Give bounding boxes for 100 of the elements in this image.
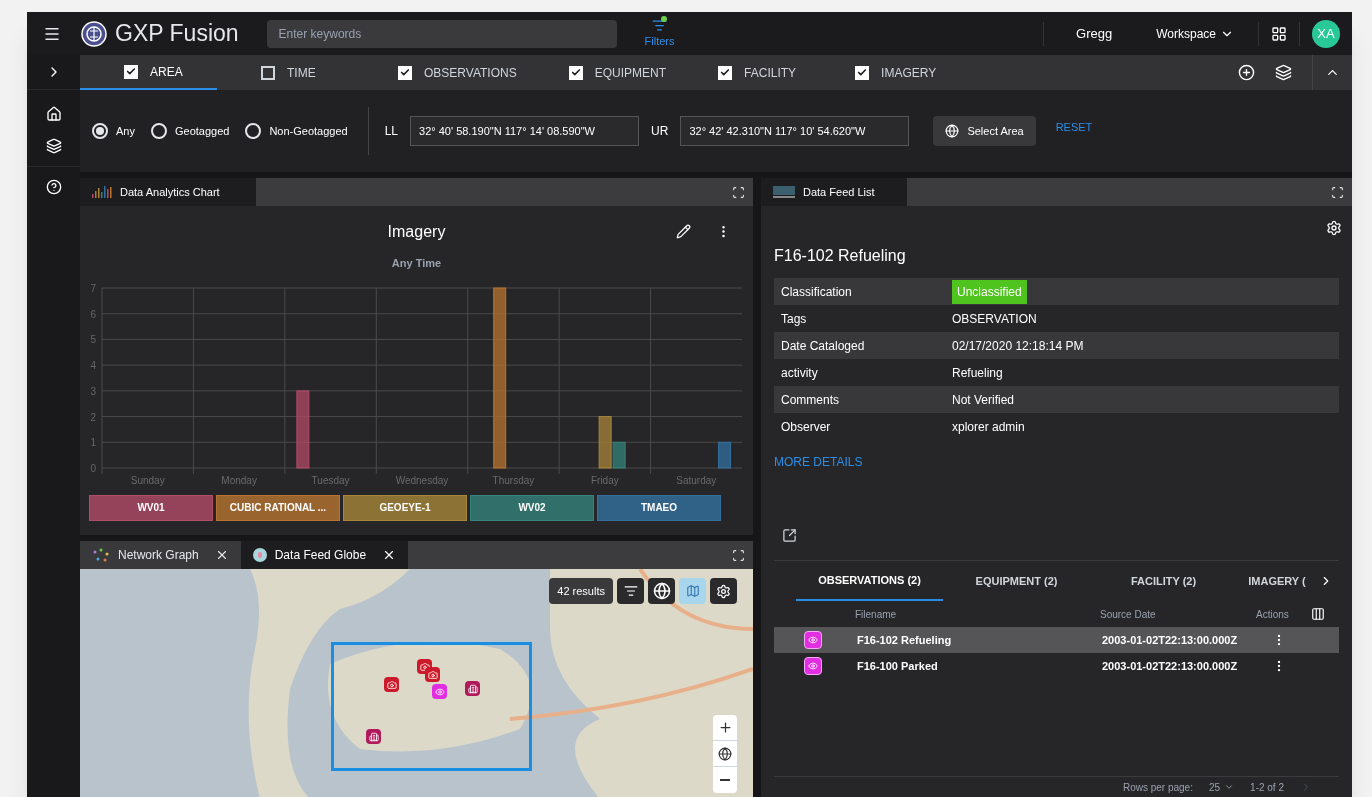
radio-icon[interactable] xyxy=(150,123,167,139)
globe-icon xyxy=(652,582,671,600)
list-icon xyxy=(773,186,795,198)
filter-tab[interactable]: TIME xyxy=(217,55,354,90)
layers-icon[interactable] xyxy=(45,138,62,154)
add-icon[interactable] xyxy=(1238,64,1255,81)
coordinate-field[interactable]: 32° 42' 42.310"N 117° 10' 54.620"W xyxy=(680,116,910,146)
building-icon xyxy=(467,683,478,694)
filter-tab[interactable]: OBSERVATIONS xyxy=(354,55,525,90)
open-external-icon[interactable] xyxy=(782,528,797,543)
table-row[interactable]: F16-102 Refueling 2003-01-02T22:13:00.000Z xyxy=(774,627,1339,653)
table-cell-text: 2003-01-02T22:13:00.000Z xyxy=(1102,632,1239,648)
filter-tab[interactable]: FACILITY xyxy=(674,55,812,90)
panel-tab[interactable]: Network Graph xyxy=(80,541,241,569)
y-tick-label: 5 xyxy=(90,333,96,345)
checkbox[interactable] xyxy=(261,65,275,80)
result-tab[interactable]: IMAGERY ( xyxy=(1237,561,1317,601)
select-area-button[interactable]: Select Area xyxy=(933,116,1036,146)
checked-checkbox[interactable] xyxy=(398,65,412,80)
camera-icon xyxy=(419,661,430,672)
columns-icon[interactable] xyxy=(1311,607,1325,621)
y-tick-label: 4 xyxy=(90,359,96,371)
globe-icon xyxy=(718,746,732,761)
filters-button[interactable]: Filters xyxy=(644,17,675,50)
rows-per-page-label: Rows per page: xyxy=(1122,780,1193,795)
bar-chart-icon xyxy=(92,186,112,198)
eye-icon[interactable] xyxy=(804,657,822,675)
detail-label: activity xyxy=(780,364,819,382)
map-icon xyxy=(685,584,700,598)
record-title: F16-102 Refueling xyxy=(774,246,907,266)
filter-tab[interactable]: IMAGERY xyxy=(811,55,949,90)
chart-subtitle: Any Time xyxy=(391,256,442,271)
x-tick-label: Saturday xyxy=(676,474,717,486)
more-details-link[interactable]: MORE DETAILS xyxy=(774,453,863,471)
detail-label: Tags xyxy=(780,310,808,328)
table-row[interactable]: F16-100 Parked 2003-01-02T22:13:00.000Z xyxy=(774,653,1339,679)
home-icon[interactable] xyxy=(45,106,62,122)
x-tick-label: Wednesday xyxy=(395,474,449,486)
table-cell-text: F16-100 Parked xyxy=(857,658,939,674)
fullscreen-icon[interactable] xyxy=(732,548,745,562)
help-icon[interactable] xyxy=(45,179,62,195)
building-marker-icon[interactable] xyxy=(366,729,381,744)
result-tab[interactable]: EQUIPMENT (2) xyxy=(943,561,1090,601)
reset-link[interactable]: RESET xyxy=(1055,118,1093,136)
selection-rectangle[interactable] xyxy=(331,642,532,771)
y-tick-label: 3 xyxy=(90,385,96,397)
fullscreen-icon[interactable] xyxy=(1331,185,1344,199)
building-icon xyxy=(368,731,379,742)
search-field[interactable]: Enter keywords xyxy=(266,19,617,48)
x-tick-label: Friday xyxy=(590,474,619,486)
logo-icon xyxy=(81,20,107,47)
settings-icon xyxy=(716,583,731,599)
filter-tab[interactable]: EQUIPMENT xyxy=(524,55,675,90)
result-tab[interactable]: OBSERVATIONS (2) xyxy=(796,561,943,601)
radio-option[interactable]: Non-Geotagged xyxy=(245,122,348,140)
workspace-dropdown[interactable]: Workspace xyxy=(1144,24,1246,43)
building-marker-icon[interactable] xyxy=(465,681,480,696)
radio-option[interactable]: Geotagged xyxy=(150,122,230,140)
selected-radio-icon[interactable] xyxy=(92,123,108,139)
camera-marker-icon[interactable] xyxy=(384,677,399,692)
detail-label: Date Cataloged xyxy=(780,337,866,355)
fullscreen-icon[interactable] xyxy=(732,185,745,199)
results-count: 42 results xyxy=(549,578,613,604)
radio-option[interactable]: Any xyxy=(92,122,135,140)
camera-marker-icon[interactable] xyxy=(425,667,440,682)
checked-checkbox[interactable] xyxy=(568,65,583,80)
page-range: 1-2 of 2 xyxy=(1250,780,1284,795)
detail-label: Comments xyxy=(780,391,840,409)
eye-icon xyxy=(434,686,445,697)
legend-item[interactable]: GEOEYE-1 xyxy=(343,494,467,521)
globe-icon xyxy=(252,548,267,562)
checked-checkbox[interactable] xyxy=(124,64,138,79)
edit-icon[interactable] xyxy=(676,224,691,239)
coordinate-label: UR xyxy=(651,123,669,140)
settings-button[interactable] xyxy=(710,578,737,604)
globe-button[interactable] xyxy=(648,578,675,604)
camera-icon xyxy=(427,669,438,680)
checked-checkbox[interactable] xyxy=(718,65,733,80)
eye-icon[interactable] xyxy=(804,631,822,649)
layer-settings-icon[interactable] xyxy=(1275,64,1292,81)
user-name[interactable]: Gregg xyxy=(1056,23,1133,44)
detail-value: Not Verified xyxy=(952,391,1015,409)
coordinate-field[interactable]: 32° 40' 58.190"N 117° 14' 08.590"W xyxy=(410,116,640,146)
legend-item[interactable]: TMAEO xyxy=(597,494,721,521)
filter-icon xyxy=(623,584,638,598)
filter-button[interactable] xyxy=(617,578,644,604)
radio-icon[interactable] xyxy=(245,123,262,139)
checked-checkbox[interactable] xyxy=(855,65,870,80)
x-tick-label: Monday xyxy=(221,474,257,486)
legend-item[interactable]: CUBIC RATIONAL ... xyxy=(216,494,340,521)
result-tab[interactable]: FACILITY (2) xyxy=(1090,561,1237,601)
detail-value: OBSERVATION xyxy=(952,310,1037,328)
plus-icon xyxy=(717,720,733,735)
apps-icon[interactable] xyxy=(1271,25,1287,42)
x-tick-label: Tuesday xyxy=(311,474,350,486)
legend-item[interactable]: WV01 xyxy=(89,494,213,521)
eye-marker-icon[interactable] xyxy=(432,684,447,699)
settings-icon[interactable] xyxy=(1326,220,1342,236)
legend-item[interactable]: WV02 xyxy=(470,494,594,521)
rows-per-page-select[interactable]: 25 xyxy=(1208,779,1235,795)
